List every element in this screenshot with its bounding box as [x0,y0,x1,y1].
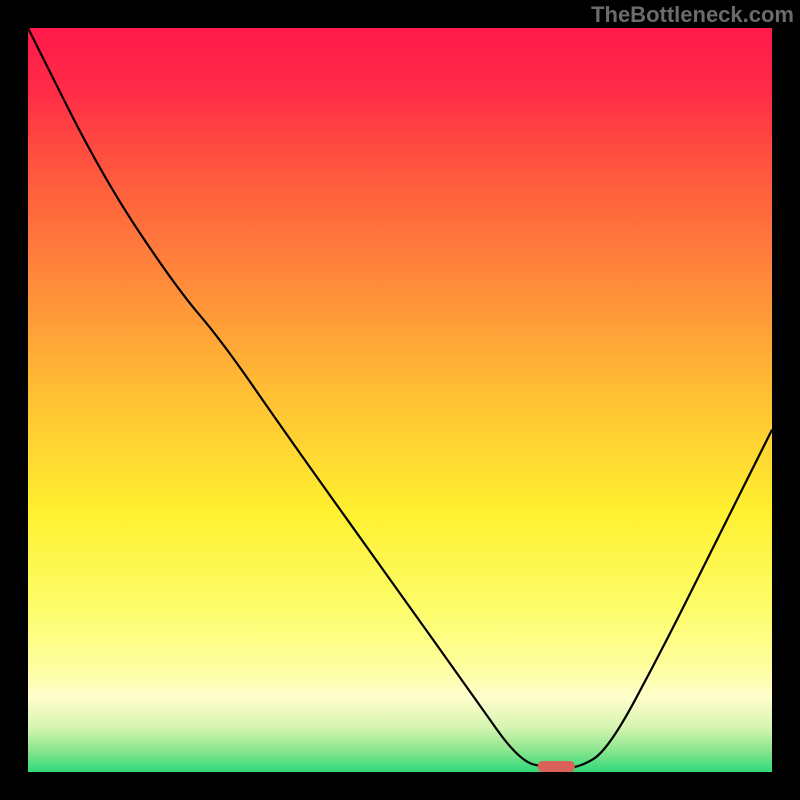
optimal-marker [538,761,575,772]
watermark-text: TheBottleneck.com [591,2,794,28]
chart-svg [28,28,772,772]
bottleneck-chart [28,28,772,772]
chart-background [28,28,772,772]
